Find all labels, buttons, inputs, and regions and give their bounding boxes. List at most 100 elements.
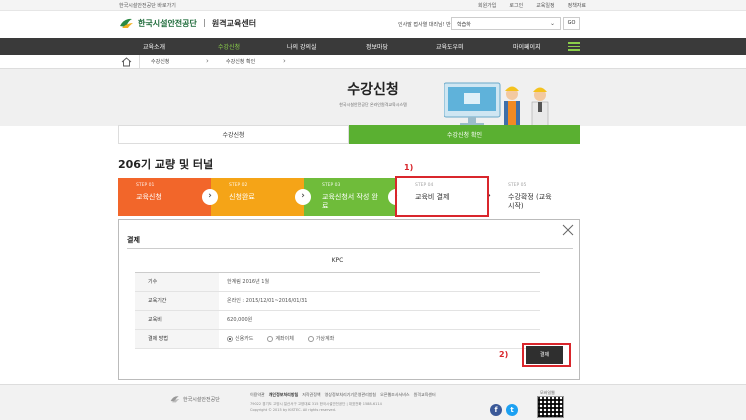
- page-hero: 수강신청 한국시설안전공단 온라인원격교육시스템: [0, 69, 746, 126]
- login-link[interactable]: 로그인: [509, 2, 523, 9]
- breadcrumb-item-enroll[interactable]: 수강신청: [151, 58, 169, 65]
- row-value-term: 한계림 2016년 1월: [219, 272, 540, 292]
- step-number: STEP 01: [136, 183, 155, 188]
- page-title: 수강신청: [347, 82, 399, 98]
- radio-label: 계좌이체: [275, 336, 294, 342]
- payment-method-options: 신용카드 계좌이체 가상계좌: [219, 329, 540, 349]
- radio-bank-transfer[interactable]: 계좌이체: [267, 335, 294, 342]
- radio-virtual-account[interactable]: 가상계좌: [307, 335, 335, 342]
- nav-item-helper[interactable]: 교육도우미: [436, 42, 464, 51]
- step-5: STEP 05 수강확정 (교육시작): [490, 178, 580, 216]
- qr-code-icon: [537, 396, 564, 418]
- nav-item-intro[interactable]: 교육소개: [143, 42, 165, 51]
- step-label: 수강확정 (교육시작): [508, 193, 552, 210]
- radio-credit-card[interactable]: 신용카드: [227, 335, 253, 342]
- chevron-right-icon: ›: [206, 57, 209, 65]
- radio-label: 가상계좌: [315, 336, 335, 342]
- radio-button[interactable]: [267, 335, 274, 342]
- annotation-box-pay-button: [522, 343, 571, 367]
- modal-divider: [127, 248, 573, 249]
- footer-logo: 한국시설안전공단: [170, 395, 220, 403]
- footer-link-open-web[interactable]: 오픈웹조사서비스: [380, 392, 409, 398]
- main-navigation: 교육소개 수강신청 나의 강의실 정보마당 교육도우미 마이페이지: [0, 38, 746, 55]
- site-footer: 한국시설안전공단 이용약관 개인정보처리방침 저작권정책 영상정보처리기기운영관…: [0, 384, 746, 420]
- footer-copyright: Copyright © 2015 by KISTEC. All rights r…: [250, 408, 336, 412]
- signup-link[interactable]: 회원가입: [478, 2, 496, 9]
- logo-divider: [203, 19, 205, 27]
- facebook-icon[interactable]: f: [490, 404, 502, 416]
- table-row: 교육기간 온라인 : 2015/12/01~2016/01/31: [135, 291, 540, 311]
- go-button[interactable]: GO: [563, 17, 580, 30]
- radio-button[interactable]: [307, 335, 314, 342]
- table-row: 결제 방법 신용카드 계좌이체 가상계좌: [135, 329, 540, 349]
- enroll-tabs: 수강신청 수강신청 확인: [118, 125, 580, 144]
- step-number: STEP 03: [322, 183, 341, 188]
- nav-item-info[interactable]: 정보마당: [366, 42, 388, 51]
- annotation-label-1: 1): [404, 163, 414, 172]
- breadcrumb: 수강신청 › 수강신청 확인 ›: [0, 55, 746, 69]
- logo-text: 한국시설안전공단: [138, 18, 197, 28]
- page-subtitle: 한국시설안전공단 온라인원격교육시스템: [339, 102, 407, 107]
- footer-link-copyright[interactable]: 저작권정책: [302, 392, 320, 398]
- payment-modal: 결제 KPC 기수 한계림 2016년 1월 교육기간 온라인 : 2015/1…: [118, 219, 580, 380]
- step-number: STEP 02: [229, 183, 248, 188]
- workers-illustration: [444, 82, 549, 126]
- step-3: STEP 03 교육신청서 작성 완료: [304, 178, 397, 216]
- row-value-period: 온라인 : 2015/12/01~2016/01/31: [219, 291, 540, 311]
- breadcrumb-divider: [139, 55, 140, 69]
- footer-link-center[interactable]: 원격교육센터: [414, 392, 436, 398]
- policy-link[interactable]: 정책자료: [568, 2, 586, 9]
- row-label-payment-method: 결제 방법: [135, 329, 219, 349]
- site-logo[interactable]: 한국시설안전공단 원격교육센터: [119, 17, 256, 29]
- nav-item-enroll[interactable]: 수강신청: [218, 42, 240, 51]
- step-2: STEP 02 신청완료: [211, 178, 304, 216]
- breadcrumb-item-enroll-check[interactable]: 수강신청 확인: [226, 58, 255, 65]
- site-header: 한국시설안전공단 원격교육센터 인사말 접사열 대리님! 반갑습니다! 학습하 …: [0, 11, 746, 38]
- footer-links: 이용약관 개인정보처리방침 저작권정책 영상정보처리기기운영관리방침 오픈웹조사…: [250, 392, 436, 398]
- footer-link-privacy[interactable]: 개인정보처리방침: [269, 392, 298, 398]
- home-icon[interactable]: [121, 57, 132, 67]
- footer-link-terms[interactable]: 이용약관: [250, 392, 265, 398]
- chevron-down-icon: ⌄: [549, 20, 555, 27]
- menu-icon[interactable]: [568, 42, 580, 51]
- table-head-provider: KPC: [135, 250, 540, 273]
- course-title: 206기 교량 및 터널: [118, 158, 214, 171]
- modal-title: 결제: [127, 236, 140, 244]
- footer-link-cctv[interactable]: 영상정보처리기기운영관리방침: [325, 392, 377, 398]
- step-number: STEP 05: [508, 183, 527, 188]
- radio-button[interactable]: [227, 335, 233, 342]
- annotation-box-step-4: [395, 176, 489, 217]
- chevron-right-icon: ›: [202, 189, 218, 205]
- agency-logo-icon: [170, 396, 180, 403]
- close-icon[interactable]: [562, 224, 574, 236]
- nav-item-mypage[interactable]: 마이페이지: [513, 42, 541, 51]
- tab-enroll[interactable]: 수강신청: [118, 125, 349, 144]
- logo-subtitle: 원격교육센터: [211, 18, 257, 28]
- row-value-fee: 620,000원: [219, 310, 540, 330]
- agency-shortcut-link[interactable]: 한국시설안전공단 바로가기: [119, 2, 176, 9]
- annotation-label-2: 2): [499, 350, 509, 359]
- row-label-term: 기수: [135, 272, 219, 292]
- row-label-period: 교육기간: [135, 291, 219, 311]
- footer-logo-text: 한국시설안전공단: [183, 396, 220, 403]
- footer-address: 79022 경기도 고양시 일산서구 고양대로 315 한국시설안전공단 | 대…: [250, 402, 382, 406]
- table-row: 기수 한계림 2016년 1월: [135, 272, 540, 292]
- radio-label: 신용카드: [235, 336, 254, 342]
- course-select-value: 학습하: [457, 22, 471, 28]
- step-label: 교육신청서 작성 완료: [322, 193, 378, 210]
- step-label: 신청완료: [229, 193, 255, 201]
- step-1: STEP 01 교육신청: [118, 178, 211, 216]
- enrollment-steps: STEP 01 교육신청 STEP 02 신청완료 STEP 03 교육신청서 …: [118, 178, 580, 216]
- twitter-icon[interactable]: t: [506, 404, 518, 416]
- course-select[interactable]: 학습하 ⌄: [451, 17, 561, 30]
- chevron-right-icon: ›: [295, 189, 311, 205]
- step-label: 교육신청: [136, 193, 162, 201]
- utility-links: 회원가입 로그인 교육일정 정책자료: [478, 2, 586, 9]
- payment-table: KPC 기수 한계림 2016년 1월 교육기간 온라인 : 2015/12/0…: [135, 250, 540, 349]
- tab-enroll-check[interactable]: 수강신청 확인: [349, 125, 580, 144]
- table-row: 교육비 620,000원: [135, 310, 540, 330]
- nav-item-my-classroom[interactable]: 나의 강의실: [287, 42, 317, 51]
- schedule-link[interactable]: 교육일정: [536, 2, 554, 9]
- agency-logo-icon: [120, 18, 133, 28]
- table-row: KPC: [135, 250, 540, 273]
